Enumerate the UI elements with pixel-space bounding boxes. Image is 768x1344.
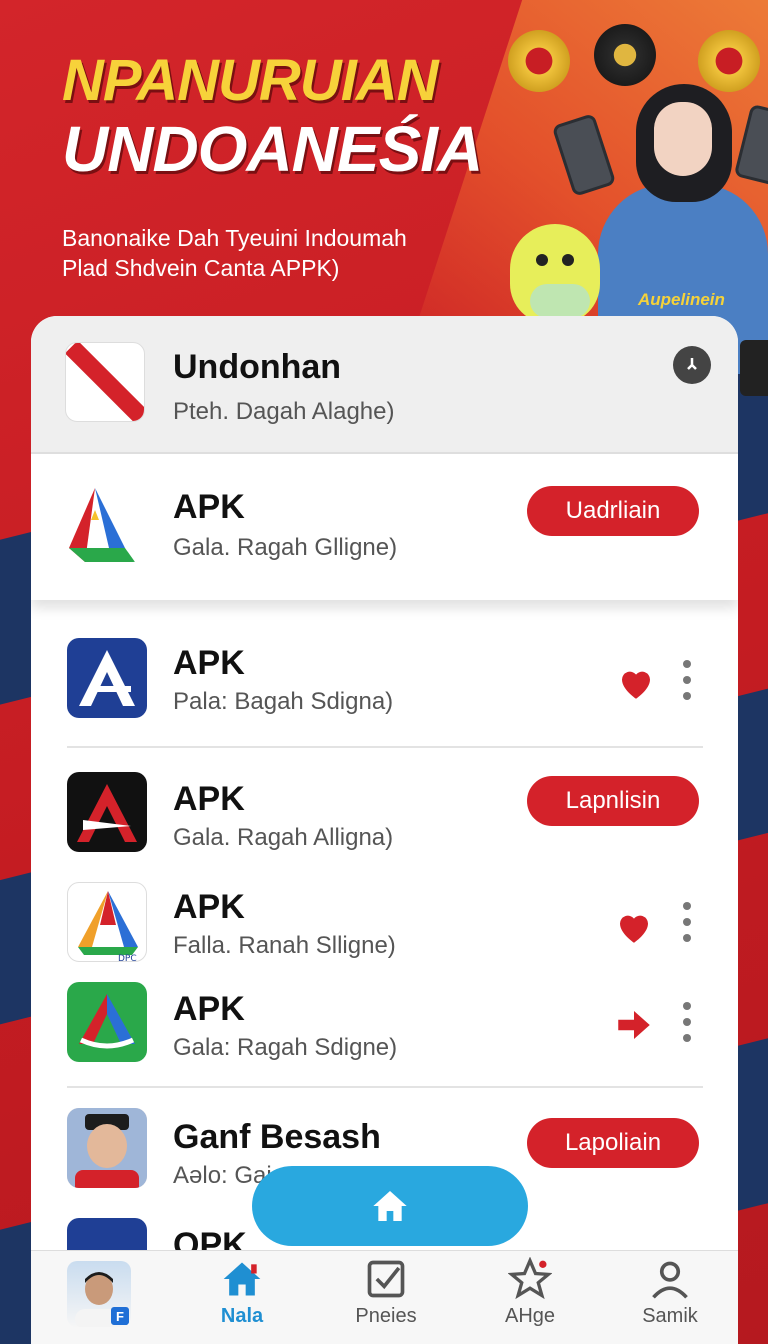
nav-pneies[interactable]: Pneies: [321, 1257, 451, 1341]
mascot-illustration: [510, 224, 600, 324]
home-icon: [373, 1191, 407, 1221]
divider: [67, 1086, 703, 1088]
nav-label: Pneies: [355, 1305, 417, 1327]
app-subtitle: Falla. Ranah Slligne): [173, 932, 396, 959]
home-icon: [223, 1262, 261, 1296]
app-title: APK: [173, 780, 245, 818]
more-options-icon[interactable]: [679, 902, 695, 942]
headline-line-1: NPANURUIAN: [62, 48, 439, 113]
app-subtitle: Pala: Bagah Sdigna): [173, 688, 394, 715]
svg-text:bm: bm: [117, 556, 133, 562]
install-button[interactable]: Uadrliain: [527, 486, 699, 536]
app-title: Ganf Besash: [173, 1118, 381, 1156]
green-a-icon: [67, 982, 147, 1062]
red-stripe-icon: [65, 342, 145, 422]
home-fab-button[interactable]: [252, 1166, 528, 1246]
heart-icon[interactable]: [615, 662, 657, 704]
multicolor-triangle-icon: DPC: [67, 882, 147, 962]
app-subtitle: Gala. Ragah Glligne): [173, 534, 398, 561]
bottom-navigation: F Nala Pneies AHge Samik: [31, 1250, 738, 1344]
divider: [67, 746, 703, 748]
app-subtitle: Gala: Ragah Sdigne): [173, 1034, 398, 1061]
more-options-icon[interactable]: [679, 1002, 695, 1042]
list-item[interactable]: DPC APK Falla. Ranah Slligne): [31, 878, 738, 978]
list-item[interactable]: APK Pala: Bagah Sdigna): [31, 634, 738, 744]
garuda-emblem-icon: [698, 30, 760, 92]
header-app-row[interactable]: Undonhan Pteh. Dagah Alaghe): [31, 316, 738, 454]
nav-label: Samik: [642, 1305, 698, 1327]
bag-illustration: [740, 340, 768, 396]
install-button[interactable]: Lapnlisin: [527, 776, 699, 826]
nav-label: AHge: [504, 1305, 556, 1327]
headline-line-2: UNDOANEŚIA: [62, 113, 483, 185]
avatar[interactable]: F: [67, 1261, 131, 1327]
list-item[interactable]: APK Gala. Ragah Alligna) Lapnlisin: [31, 770, 738, 870]
subtitle-line-2: Plad Shdvein Canta APPK): [62, 254, 340, 281]
app-title: APK: [173, 888, 245, 926]
list-item[interactable]: APK Gala: Ragah Sdigne): [31, 980, 738, 1080]
checkbox-icon: [367, 1260, 405, 1298]
more-options-icon[interactable]: [679, 660, 695, 700]
header-app-title: Undonhan: [173, 348, 342, 386]
banner-subtitle: Banonaike Dah Tyeuini Indoumah Plad Shdv…: [62, 224, 502, 284]
shirt-text: Aupelinein: [638, 290, 725, 309]
star-icon: [508, 1257, 552, 1300]
close-icon[interactable]: [673, 346, 711, 384]
avatar-badge: F: [111, 1307, 129, 1325]
share-arrow-icon[interactable]: [613, 1004, 655, 1046]
app-title: APK: [173, 990, 245, 1028]
banner-headline: NPANURUIAN UNDOANEŚIA: [62, 52, 542, 183]
svg-text:DPC: DPC: [118, 954, 137, 962]
blue-a-icon: [67, 638, 147, 718]
header-app-subtitle: Pteh. Dagah Alaghe): [173, 398, 395, 425]
app-title: APK: [173, 488, 245, 526]
app-title: APK: [173, 644, 245, 682]
nav-samik[interactable]: Samik: [605, 1257, 735, 1341]
subtitle-line-1: Banonaike Dah Tyeuini Indoumah: [62, 225, 407, 251]
nav-ahge[interactable]: AHge: [465, 1257, 595, 1341]
nav-home[interactable]: Nala: [177, 1257, 307, 1341]
list-item[interactable]: bm APK Gala. Ragah Glligne) Uadrliain: [31, 454, 738, 600]
profile-icon: [652, 1261, 688, 1299]
install-button[interactable]: Lapoliain: [527, 1118, 699, 1168]
black-a-icon: [67, 772, 147, 852]
person-photo: [67, 1108, 147, 1188]
drive-triangle-icon: bm: [65, 482, 145, 562]
app-subtitle: Gala. Ragah Alligna): [173, 824, 394, 851]
seal-emblem-icon: [594, 24, 656, 86]
heart-icon[interactable]: [613, 906, 655, 948]
nav-label: Nala: [220, 1305, 264, 1327]
